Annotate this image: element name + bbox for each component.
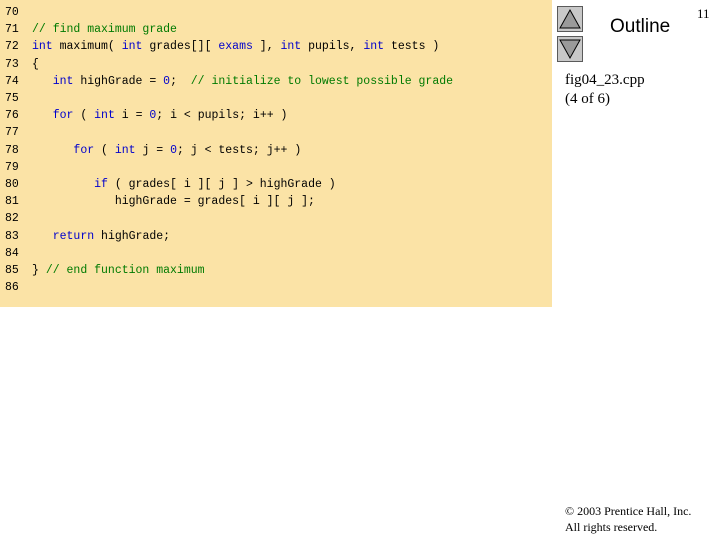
line-number: 83	[5, 229, 19, 243]
line-number: 76	[5, 109, 19, 123]
line-number: 82	[5, 212, 19, 226]
line-number: 71	[5, 23, 19, 37]
code-text: (	[94, 143, 115, 157]
code-line: 77	[0, 124, 32, 141]
line-number: 84	[5, 246, 19, 260]
code-text: (	[73, 109, 95, 123]
code-line: 79	[0, 159, 32, 176]
code-text: ( grades[ i ][ j ] > highGrade )	[107, 178, 336, 191]
code-text: grades[][	[142, 40, 219, 54]
code-keyword: 0	[170, 143, 177, 157]
code-line: 86	[0, 279, 32, 296]
code-line: 76 for ( int i = 0; i < pupils; i++ )	[0, 107, 287, 124]
line-number: 78	[5, 143, 19, 157]
code-text: highGrade;	[94, 229, 171, 243]
code-line: 74 int highGrade = 0; // initialize to l…	[0, 73, 453, 90]
triangle-up-icon	[559, 8, 581, 29]
code-text: tests )	[384, 40, 440, 54]
previous-slide-button[interactable]	[557, 6, 583, 32]
code-text: j =	[135, 143, 171, 157]
copyright-line: © 2003 Prentice Hall, Inc.	[565, 504, 692, 518]
code-text: ;	[170, 74, 191, 88]
code-line: 80 if ( grades[ i ][ j ] > highGrade )	[0, 176, 336, 193]
code-keyword: int	[32, 40, 53, 54]
code-text: i =	[114, 109, 150, 123]
code-keyword: exams	[218, 40, 253, 54]
code-keyword: for	[52, 109, 74, 123]
rights-line: All rights reserved.	[565, 520, 658, 534]
line-number: 80	[5, 178, 19, 191]
page-number: 11	[697, 6, 710, 21]
file-part-label: (4 of 6)	[565, 91, 610, 107]
code-line: 81 highGrade = grades[ i ][ j ];	[0, 193, 315, 210]
code-line: 71 // find maximum grade	[0, 21, 177, 38]
code-keyword: int	[280, 40, 302, 54]
code-keyword: for	[73, 143, 95, 157]
code-text: pupils,	[301, 40, 364, 54]
line-number: 86	[5, 281, 19, 295]
outline-title: Outline	[610, 16, 671, 37]
copyright-notice: © 2003 Prentice Hall, Inc. All rights re…	[565, 503, 691, 535]
code-keyword: int	[52, 74, 74, 88]
next-slide-button[interactable]	[557, 36, 583, 62]
code-line: 83 return highGrade;	[0, 228, 170, 245]
code-line: 72 int maximum( int grades[][ exams ], in…	[0, 38, 439, 55]
line-number: 72	[5, 40, 19, 54]
code-keyword: if	[94, 178, 108, 191]
line-number: 70	[5, 6, 19, 19]
code-text: ; i < pupils; i++ )	[156, 109, 288, 123]
code-line: 84	[0, 245, 32, 262]
triangle-down-icon	[559, 39, 581, 60]
line-number: 85	[5, 264, 19, 277]
code-keyword: return	[52, 229, 95, 243]
file-name-label: fig04_23.cpp	[565, 72, 645, 88]
code-comment: // end function maximum	[45, 264, 205, 277]
code-keyword: int	[121, 40, 143, 54]
line-number: 73	[5, 57, 19, 71]
line-number: 75	[5, 92, 19, 105]
code-text: }	[32, 264, 46, 277]
code-keyword: int	[363, 40, 385, 54]
code-line: 85} // end function maximum	[0, 262, 205, 279]
code-text: maximum(	[52, 40, 122, 54]
line-number: 74	[5, 74, 19, 88]
code-text: highGrade =	[73, 74, 164, 88]
code-line: 73 {	[0, 56, 39, 73]
line-number: 79	[5, 160, 19, 174]
line-number: 77	[5, 126, 19, 140]
code-text: ],	[252, 40, 281, 54]
code-line: 75	[0, 90, 32, 107]
code-comment: // initialize to lowest possible grade	[190, 74, 454, 88]
code-text: highGrade = grades[ i ][ j ];	[32, 195, 315, 209]
code-listing-panel: 70 71 // find maximum grade 72 int maximum( …	[0, 0, 552, 307]
code-text: ; j < tests; j++ )	[177, 143, 302, 157]
code-keyword: int	[94, 109, 115, 123]
code-text: {	[32, 57, 39, 71]
code-line: 70	[0, 4, 32, 21]
code-comment: // find maximum grade	[32, 23, 177, 37]
code-line: 78 for ( int j = 0; j < tests; j++ )	[0, 142, 301, 159]
code-line: 82	[0, 210, 32, 227]
line-number: 81	[5, 195, 19, 209]
code-keyword: int	[114, 143, 136, 157]
